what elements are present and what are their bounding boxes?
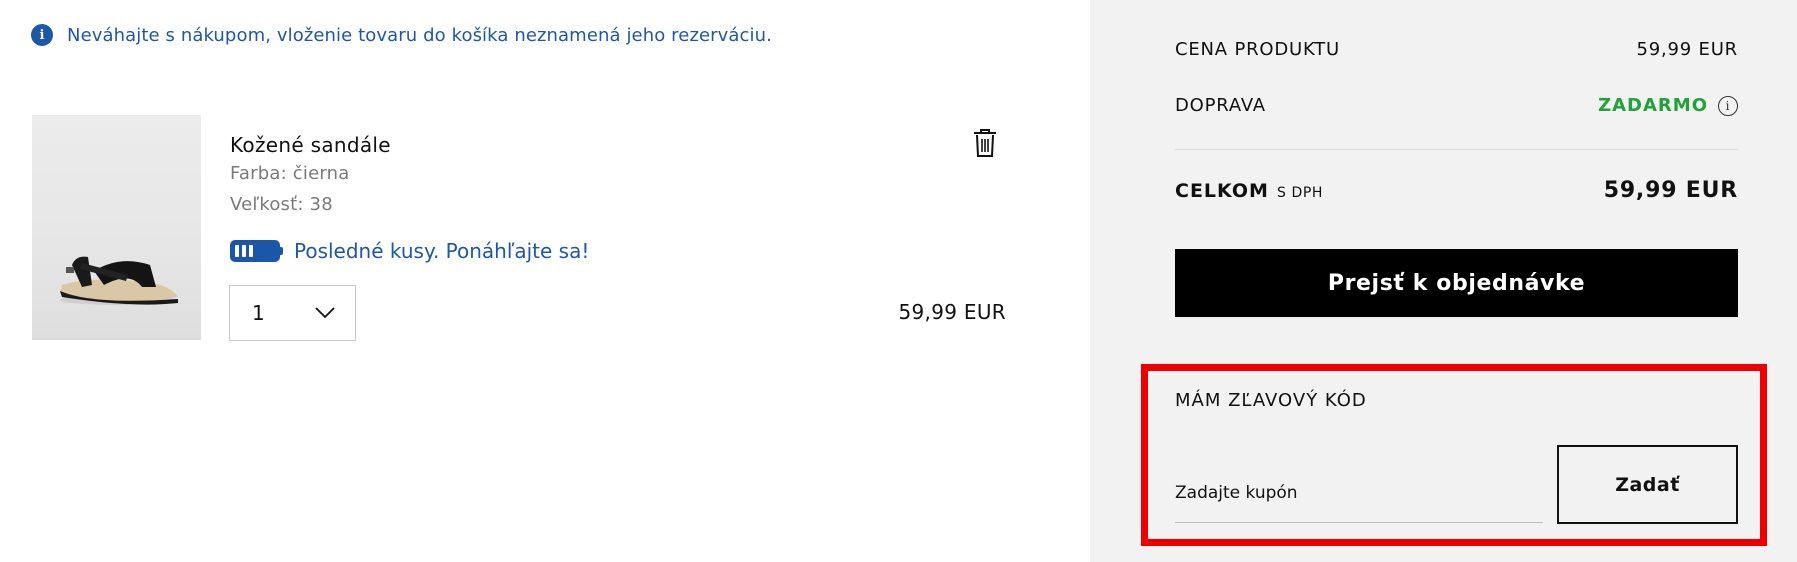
quantity-select[interactable]: 1 xyxy=(229,285,356,341)
shipping-info-icon[interactable]: i xyxy=(1718,95,1738,116)
product-price-label: CENA PRODUKTU xyxy=(1175,39,1340,60)
info-icon: i xyxy=(31,24,53,46)
total-label-wrap: CELKOM S DPH xyxy=(1175,180,1323,202)
total-row: CELKOM S DPH 59,99 EUR xyxy=(1175,178,1738,203)
notice-text: Neváhajte s nákupom, vloženie tovaru do … xyxy=(67,24,772,46)
shipping-value: ZADARMO xyxy=(1598,95,1708,116)
product-price-value: 59,99 EUR xyxy=(1636,39,1738,60)
battery-icon xyxy=(230,240,283,262)
total-value: 59,99 EUR xyxy=(1603,178,1738,203)
cart-page: i Neváhajte s nákupom, vloženie tovaru d… xyxy=(0,0,1797,562)
shipping-row: DOPRAVA ZADARMO i xyxy=(1175,95,1738,116)
checkout-button[interactable]: Prejsť k objednávke xyxy=(1175,249,1738,317)
product-color: Farba: čierna xyxy=(230,163,350,184)
stock-message: Posledné kusy. Ponáhľajte sa! xyxy=(294,239,590,263)
product-price-row: CENA PRODUKTU 59,99 EUR xyxy=(1175,39,1738,60)
chevron-down-icon xyxy=(315,307,335,319)
coupon-input[interactable] xyxy=(1175,463,1543,523)
low-stock-indicator: Posledné kusy. Ponáhľajte sa! xyxy=(230,239,589,263)
product-image[interactable] xyxy=(32,115,201,340)
product-size: Veľkosť: 38 xyxy=(230,194,333,215)
total-vat-note: S DPH xyxy=(1276,184,1324,201)
quantity-value: 1 xyxy=(252,301,265,325)
summary-divider xyxy=(1175,149,1738,150)
total-label: CELKOM xyxy=(1175,179,1269,202)
product-name[interactable]: Kožené sandále xyxy=(230,133,391,157)
reservation-notice: i Neváhajte s nákupom, vloženie tovaru d… xyxy=(31,24,772,46)
coupon-title[interactable]: MÁM ZĽAVOVÝ KÓD xyxy=(1175,390,1367,411)
apply-coupon-button[interactable]: Zadať xyxy=(1557,445,1738,524)
shipping-label: DOPRAVA xyxy=(1175,95,1266,116)
line-item-price: 59,99 EUR xyxy=(898,300,1006,324)
trash-icon[interactable] xyxy=(972,128,998,158)
shipping-value-wrap: ZADARMO i xyxy=(1598,95,1738,116)
